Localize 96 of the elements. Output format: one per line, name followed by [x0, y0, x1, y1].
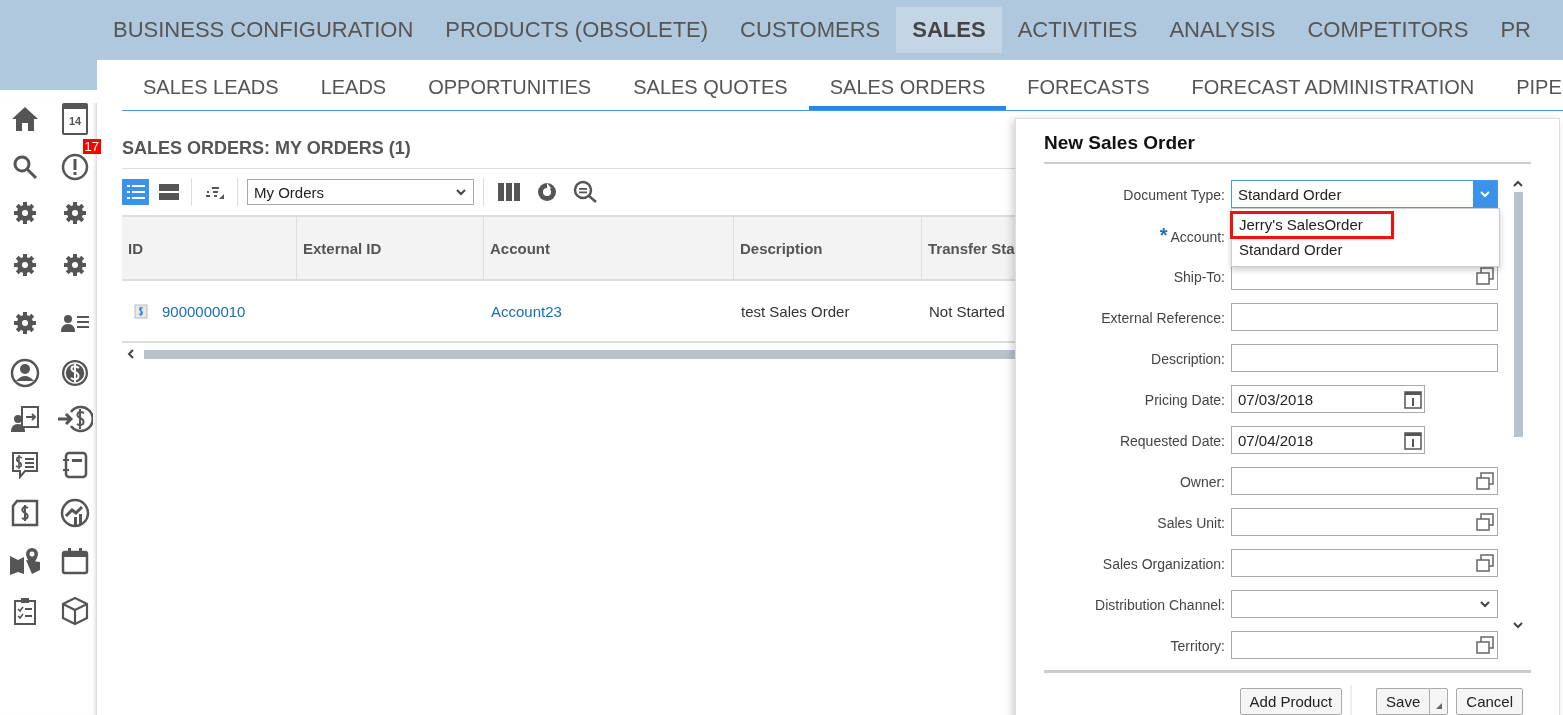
- box-icon[interactable]: [61, 596, 89, 626]
- dropdown-toggle-button[interactable]: [1473, 181, 1497, 207]
- search-icon[interactable]: [12, 154, 38, 180]
- lookup-field[interactable]: [1231, 631, 1498, 659]
- top-nav-tab[interactable]: ANALYSIS: [1153, 7, 1292, 53]
- search-icon[interactable]: [573, 180, 599, 204]
- person-document-icon[interactable]: [10, 405, 40, 433]
- top-nav-tab[interactable]: PR: [1484, 7, 1547, 53]
- dollar-circle-icon[interactable]: [60, 358, 90, 388]
- order-id-link[interactable]: 9000000010: [162, 302, 246, 320]
- chart-circle-icon[interactable]: [60, 498, 90, 528]
- top-nav-tab[interactable]: ACTIVITIES: [1001, 7, 1154, 53]
- date-field[interactable]: 07/03/2018: [1231, 385, 1425, 413]
- account-link[interactable]: Account23: [491, 302, 562, 320]
- list-icon: [124, 182, 147, 202]
- chevron-down-icon: [1479, 600, 1491, 608]
- dialog-button[interactable]: Cancel: [1456, 687, 1523, 715]
- lookup-field[interactable]: [1231, 467, 1498, 495]
- field-label: Document Type:: [1123, 187, 1225, 203]
- field-label: Ship-To:: [1173, 269, 1225, 285]
- notification-badge: 17: [82, 139, 101, 154]
- field-label: Territory:: [1170, 638, 1225, 654]
- lookup-field[interactable]: [1231, 508, 1498, 536]
- sub-nav-tab[interactable]: FORECASTS: [1006, 60, 1171, 110]
- top-nav-tab[interactable]: SALES: [896, 7, 1002, 53]
- field-label: External Reference:: [1101, 310, 1225, 326]
- map-pin-icon[interactable]: [9, 546, 41, 576]
- dropdown-option[interactable]: Jerry's SalesOrder: [1233, 214, 1391, 236]
- required-marker: *: [1159, 228, 1168, 242]
- person-list-icon[interactable]: [60, 313, 90, 333]
- calendar-icon[interactable]: 14: [62, 103, 88, 135]
- person-circle-icon[interactable]: [10, 358, 40, 388]
- overlapping-squares-icon[interactable]: [1475, 471, 1495, 491]
- scroll-up-icon[interactable]: [1512, 180, 1524, 188]
- overlapping-squares-icon[interactable]: [1475, 553, 1495, 573]
- view-dropdown[interactable]: My Orders: [247, 179, 474, 205]
- dropdown-field[interactable]: [1231, 590, 1498, 618]
- dropdown-field[interactable]: Standard Order: [1231, 180, 1498, 208]
- top-nav-tab[interactable]: COMPETITORS: [1291, 7, 1485, 53]
- sub-nav-tab[interactable]: SALES ORDERS: [808, 60, 1007, 110]
- field-label: Sales Unit:: [1157, 515, 1225, 531]
- dialog-button[interactable]: Add Product: [1239, 687, 1343, 715]
- notebook-icon[interactable]: [62, 451, 88, 479]
- chevron-down-icon: [455, 188, 467, 196]
- table-cell: Not Started: [929, 302, 1005, 320]
- column-header[interactable]: Account: [484, 217, 734, 279]
- top-nav-tab[interactable]: BUSINESS CONFIGURATION: [97, 7, 430, 53]
- input-field[interactable]: [1231, 344, 1498, 372]
- sales-document-icon: [134, 303, 148, 319]
- dollar-document-icon[interactable]: [11, 499, 39, 527]
- calendar-icon[interactable]: [1404, 430, 1422, 450]
- sub-nav-tab[interactable]: SALES LEADS: [122, 60, 300, 110]
- field-label: Distribution Channel:: [1095, 597, 1225, 613]
- column-header[interactable]: External ID: [297, 217, 484, 279]
- field-label: Description:: [1151, 351, 1225, 367]
- column-header[interactable]: Description: [734, 217, 922, 279]
- table-cell: test Sales Order: [741, 302, 850, 320]
- columns-icon[interactable]: [497, 181, 521, 203]
- date-field[interactable]: 07/04/2018: [1231, 426, 1425, 454]
- calendar-icon[interactable]: [61, 547, 89, 575]
- sub-nav-tab[interactable]: LEADS: [299, 60, 408, 110]
- field-label: Owner:: [1179, 474, 1225, 490]
- field-label: Sales Organization:: [1102, 556, 1225, 572]
- calendar-icon[interactable]: [1404, 389, 1422, 409]
- field-label: Pricing Date:: [1144, 392, 1225, 408]
- input-field[interactable]: [1231, 303, 1498, 331]
- overlapping-squares-icon[interactable]: [1475, 512, 1495, 532]
- sub-nav-tab[interactable]: SALES QUOTES: [612, 60, 809, 110]
- two-rows-icon: [157, 182, 180, 202]
- home-icon[interactable]: [11, 106, 39, 132]
- overlapping-squares-icon[interactable]: [1475, 266, 1495, 286]
- chevron-down-icon: [1479, 190, 1491, 198]
- dropdown-option[interactable]: Standard Order: [1232, 238, 1350, 262]
- split-menu-button[interactable]: [1429, 687, 1449, 715]
- field-label: Account:: [1170, 229, 1225, 245]
- dollar-speech-bubble-icon[interactable]: [11, 451, 39, 479]
- column-header[interactable]: ID: [122, 217, 297, 279]
- corner-triangle-icon: [1434, 701, 1443, 710]
- checklist-clipboard-icon[interactable]: [13, 597, 37, 625]
- field-label: Requested Date:: [1119, 433, 1225, 449]
- dialog-title: New Sales Order: [1044, 119, 1531, 164]
- arrow-dollar-icon[interactable]: [57, 404, 93, 434]
- refresh-icon[interactable]: [535, 181, 559, 203]
- sub-nav-tab[interactable]: FORECAST ADMINISTRATION: [1170, 60, 1496, 110]
- scroll-down-icon[interactable]: [1512, 621, 1524, 629]
- scroll-left-icon[interactable]: [126, 348, 136, 360]
- top-nav-tab[interactable]: PRODUCTS (OBSOLETE): [429, 7, 725, 53]
- top-nav-tab[interactable]: CUSTOMERS: [724, 7, 897, 53]
- sub-nav-tab[interactable]: OPPORTUNITIES: [407, 60, 613, 110]
- sub-nav-tab[interactable]: PIPE: [1495, 60, 1563, 110]
- vertical-scrollbar[interactable]: [1513, 192, 1523, 437]
- overlapping-squares-icon[interactable]: [1475, 635, 1495, 655]
- list-view-button[interactable]: [122, 179, 149, 205]
- lookup-field[interactable]: [1231, 549, 1498, 577]
- dialog-button[interactable]: Save: [1376, 687, 1430, 715]
- exclamation-circle-icon[interactable]: [61, 153, 89, 181]
